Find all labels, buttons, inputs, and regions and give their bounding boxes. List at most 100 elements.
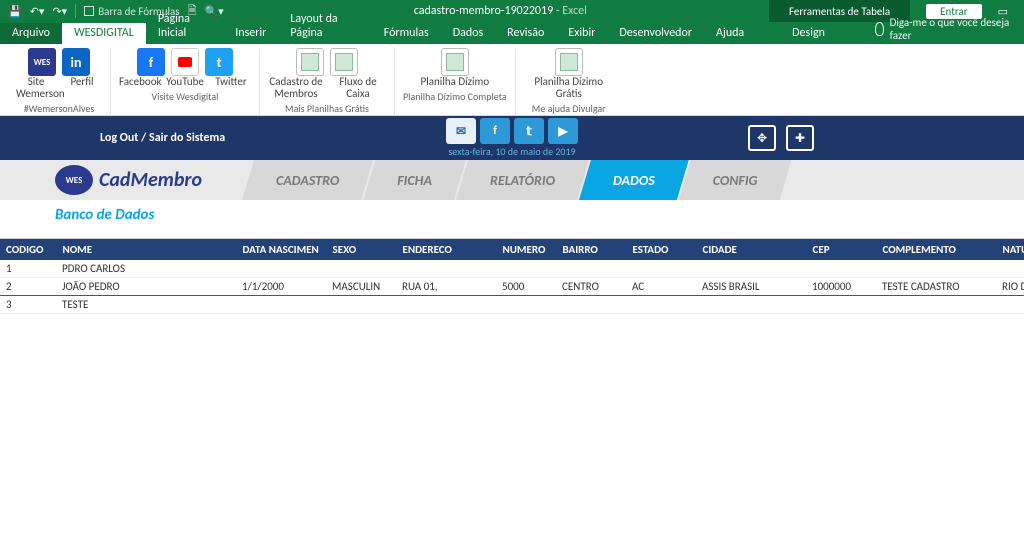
cell[interactable]: [996, 296, 1024, 314]
col-header[interactable]: NATURA: [996, 239, 1024, 260]
col-header[interactable]: CIDADE: [696, 239, 806, 260]
cell[interactable]: [696, 260, 806, 278]
sheet-icon[interactable]: [330, 48, 358, 76]
cell[interactable]: 1/1/2000: [236, 278, 326, 296]
cell[interactable]: JOÃO PEDRO: [56, 278, 236, 296]
facebook-icon[interactable]: f: [480, 118, 510, 144]
cell[interactable]: [696, 296, 806, 314]
sheet-icon[interactable]: [555, 48, 583, 76]
col-header[interactable]: CODIGO: [0, 239, 56, 260]
nav-tab-dados[interactable]: DADOS: [579, 160, 689, 200]
sheet-icon[interactable]: [296, 48, 324, 76]
table-row[interactable]: 3TESTE: [0, 296, 1024, 314]
cell[interactable]: TESTE CADASTRO: [876, 278, 996, 296]
cell[interactable]: [876, 260, 996, 278]
section-title: Banco de Dados: [0, 200, 1024, 228]
cell[interactable]: PDRO CARLOS: [56, 260, 236, 278]
brand-logo-icon: WES: [55, 165, 93, 195]
cell[interactable]: [806, 296, 876, 314]
tab-developer[interactable]: Desenvolvedor: [607, 23, 704, 44]
save-icon[interactable]: 💾: [8, 5, 22, 18]
cell[interactable]: TESTE: [56, 296, 236, 314]
ribbon-label: Planilha Dízimo: [410, 76, 500, 88]
cell[interactable]: [626, 260, 696, 278]
col-header[interactable]: BAIRRO: [556, 239, 626, 260]
undo-icon[interactable]: ↶▾: [30, 5, 45, 18]
nav-tab-config[interactable]: CONFIG: [679, 160, 792, 200]
cell[interactable]: [556, 296, 626, 314]
tab-layout[interactable]: Layout da Página: [278, 9, 371, 44]
redo-icon[interactable]: ↷▾: [52, 5, 67, 18]
cell[interactable]: [876, 296, 996, 314]
cell[interactable]: RIO DE JA: [996, 278, 1024, 296]
cell[interactable]: [806, 260, 876, 278]
cell[interactable]: [996, 260, 1024, 278]
cell[interactable]: ASSIS BRASIL: [696, 278, 806, 296]
cell[interactable]: [396, 296, 496, 314]
ribbon-group-social: f t Facebook YouTube Twitter Visite Wesd…: [111, 48, 260, 115]
add-icon[interactable]: ✚: [786, 125, 814, 151]
cell[interactable]: [496, 296, 556, 314]
date-label: sexta-feira, 10 de maio de 2019: [448, 145, 575, 158]
formula-bar-checkbox[interactable]: [84, 6, 94, 16]
col-header[interactable]: NUMERO: [496, 239, 556, 260]
cell[interactable]: [556, 260, 626, 278]
col-header[interactable]: ESTADO: [626, 239, 696, 260]
tab-view[interactable]: Exibir: [556, 23, 607, 44]
mail-icon[interactable]: ✉: [446, 118, 476, 144]
tab-data[interactable]: Dados: [441, 23, 495, 44]
tell-me-box[interactable]: Diga-me o que você deseja fazer: [861, 16, 1024, 44]
cell[interactable]: CENTRO: [556, 278, 626, 296]
cell[interactable]: MASCULIN: [326, 278, 396, 296]
cell[interactable]: [326, 260, 396, 278]
cell[interactable]: [496, 260, 556, 278]
cell[interactable]: AC: [626, 278, 696, 296]
table-row[interactable]: 1PDRO CARLOS: [0, 260, 1024, 278]
col-header[interactable]: COMPLEMENTO: [876, 239, 996, 260]
cell[interactable]: 2: [0, 278, 56, 296]
tab-help[interactable]: Ajuda: [704, 23, 756, 44]
nav-tab-ficha[interactable]: FICHA: [363, 160, 466, 200]
youtube-icon[interactable]: [171, 48, 199, 76]
sheet-icon[interactable]: [441, 48, 469, 76]
cell[interactable]: [626, 296, 696, 314]
cell[interactable]: 1000000: [806, 278, 876, 296]
cell[interactable]: 1: [0, 260, 56, 278]
cell[interactable]: [396, 260, 496, 278]
twitter-icon[interactable]: 𝕥: [514, 118, 544, 144]
ribbon-label: Fluxo de Caixa: [330, 76, 386, 100]
tab-file[interactable]: Arquivo: [0, 23, 62, 44]
wes-site-icon[interactable]: WES: [28, 48, 56, 76]
new-sheet-icon[interactable]: 🗎: [188, 2, 197, 21]
move-icon[interactable]: ✥: [748, 125, 776, 151]
facebook-icon[interactable]: f: [137, 48, 165, 76]
cell[interactable]: 3: [0, 296, 56, 314]
bulb-icon: [875, 22, 884, 36]
youtube-icon[interactable]: ▶: [548, 118, 578, 144]
col-header[interactable]: SEXO: [326, 239, 396, 260]
nav-tab-cadastro[interactable]: CADASTRO: [242, 160, 373, 200]
cell[interactable]: RUA 01,: [396, 278, 496, 296]
ribbon-label: Perfil: [62, 76, 102, 100]
col-header[interactable]: NOME: [56, 239, 236, 260]
col-header[interactable]: ENDERECO: [396, 239, 496, 260]
tab-review[interactable]: Revisão: [495, 23, 556, 44]
nav-tab-relatório[interactable]: RELATÓRIO: [456, 160, 589, 200]
col-header[interactable]: DATA NASCIMEN: [236, 239, 326, 260]
tab-insert[interactable]: Inserir: [223, 23, 278, 44]
tab-design[interactable]: Design: [756, 23, 861, 44]
cell[interactable]: [326, 296, 396, 314]
zoom-icon[interactable]: 🔍▾: [204, 5, 223, 18]
twitter-icon[interactable]: t: [205, 48, 233, 76]
app-nav: WES CadMembro CADASTROFICHARELATÓRIODADO…: [0, 160, 1024, 200]
brand: WES CadMembro: [55, 160, 242, 200]
cell[interactable]: [236, 260, 326, 278]
cell[interactable]: [236, 296, 326, 314]
linkedin-icon[interactable]: in: [62, 48, 90, 76]
table-row[interactable]: 2JOÃO PEDRO1/1/2000MASCULINRUA 01,5000CE…: [0, 278, 1024, 296]
logout-link[interactable]: Log Out / Sair do Sistema: [100, 131, 225, 145]
col-header[interactable]: CEP: [806, 239, 876, 260]
tab-formulas[interactable]: Fórmulas: [372, 23, 441, 44]
tab-wesdigital[interactable]: WESDIGITAL: [62, 23, 146, 44]
cell[interactable]: 5000: [496, 278, 556, 296]
